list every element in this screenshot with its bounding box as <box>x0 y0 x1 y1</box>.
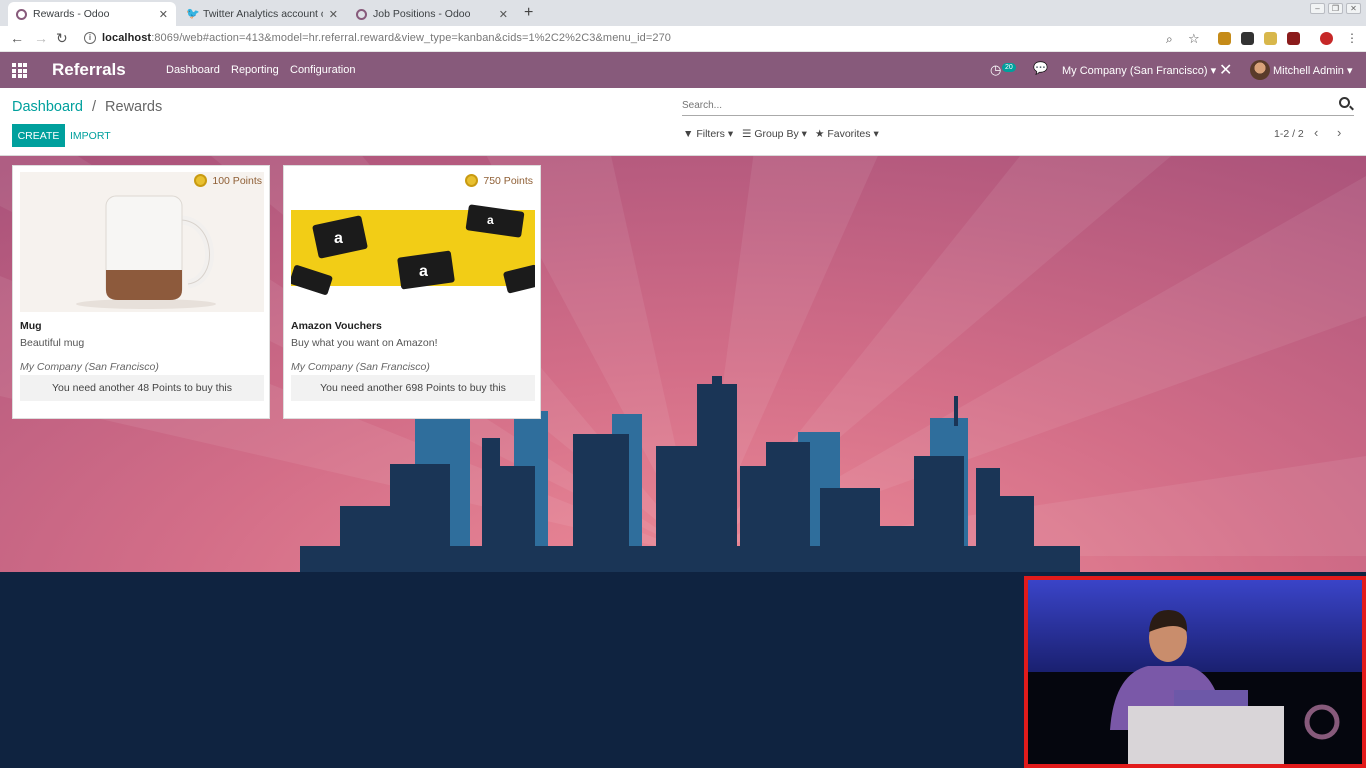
forward-arrow-icon[interactable]: → <box>34 30 48 46</box>
browser-tabstrip: Rewards - Odoo ✕ 🐦 Twitter Analytics acc… <box>0 0 1366 26</box>
filters-label: Filters <box>696 128 725 140</box>
svg-text:a: a <box>487 213 494 227</box>
control-panel: Dashboard / Rewards CREATE IMPORT ▼ Filt… <box>0 88 1366 156</box>
app-name: Referrals <box>52 60 126 79</box>
bookmark-star-icon[interactable]: ☆ <box>1188 31 1200 47</box>
user-name: Mitchell Admin <box>1273 65 1344 77</box>
reward-points: 750 Points <box>465 174 533 187</box>
browser-address-bar: ← → ↻ i localhost:8069/web#action=413&mo… <box>0 26 1366 52</box>
coin-icon <box>465 174 479 187</box>
url-host: localhost <box>102 32 152 44</box>
star-icon: ★ <box>815 128 825 140</box>
filters-dropdown[interactable]: ▼ Filters ▾ <box>683 128 733 140</box>
extension-icon[interactable] <box>1287 32 1300 45</box>
menu-configuration[interactable]: Configuration <box>290 64 355 76</box>
activity-count-badge: 20 <box>1002 63 1016 72</box>
company-name: My Company (San Francisco) <box>1062 65 1208 77</box>
avatar[interactable] <box>1250 60 1270 80</box>
menu-dashboard[interactable]: Dashboard <box>166 64 220 76</box>
list-icon: ☰ <box>742 128 752 140</box>
chat-icon[interactable]: 💬 <box>1033 61 1048 75</box>
browser-tab-twitter[interactable]: 🐦 Twitter Analytics account ov ✕ <box>178 2 346 26</box>
browser-tab-rewards[interactable]: Rewards - Odoo ✕ <box>8 2 176 26</box>
svg-text:a: a <box>419 263 428 280</box>
coin-icon <box>194 174 208 187</box>
filter-icon: ▼ <box>683 128 694 140</box>
reward-name: Amazon Vouchers <box>291 320 382 332</box>
favorites-dropdown[interactable]: ★ Favorites ▾ <box>815 128 879 140</box>
groupby-label: Group By <box>754 128 799 140</box>
reward-status: You need another 698 Points to buy this <box>291 375 535 401</box>
reward-card-mug[interactable]: 100 Points Mug Beautiful mug My Company … <box>12 165 270 419</box>
reward-name: Mug <box>20 320 42 332</box>
extension-icon[interactable] <box>1241 32 1254 45</box>
zoom-icon[interactable]: ⌕ <box>1166 32 1173 47</box>
breadcrumb: Dashboard / Rewards <box>12 99 162 115</box>
breadcrumb-current: Rewards <box>105 99 163 115</box>
company-switcher[interactable]: My Company (San Francisco) ▾ <box>1062 64 1216 77</box>
close-icon[interactable]: ✕ <box>159 8 168 21</box>
pager-next-icon[interactable]: › <box>1337 125 1341 140</box>
favorites-label: Favorites <box>827 128 871 140</box>
reward-company: My Company (San Francisco) <box>291 361 430 373</box>
reward-description: Buy what you want on Amazon! <box>291 337 438 349</box>
close-icon[interactable]: ✕ <box>499 8 508 21</box>
points-label: 100 Points <box>212 174 262 187</box>
caret-down-icon: ▾ <box>801 128 807 140</box>
main-navbar: Referrals Dashboard Reporting Configurat… <box>0 52 1366 88</box>
extension-icon[interactable] <box>1264 32 1277 45</box>
breadcrumb-dashboard[interactable]: Dashboard <box>12 99 83 115</box>
caret-down-icon: ▾ <box>1210 65 1217 77</box>
url-path: :8069/web#action=413&model=hr.referral.r… <box>151 32 672 44</box>
apps-menu-icon[interactable] <box>12 63 27 78</box>
reward-company: My Company (San Francisco) <box>20 361 159 373</box>
menu-reporting[interactable]: Reporting <box>231 64 279 76</box>
reward-description: Beautiful mug <box>20 337 85 349</box>
reload-icon[interactable]: ↻ <box>56 30 68 47</box>
caret-down-icon: ▾ <box>1346 65 1353 77</box>
restore-icon[interactable]: ❐ <box>1328 3 1343 14</box>
import-button[interactable]: IMPORT <box>70 124 111 147</box>
webcam-overlay <box>1024 576 1366 768</box>
url-field[interactable]: localhost:8069/web#action=413&model=hr.r… <box>102 32 671 44</box>
tab-title: Job Positions - Odoo <box>373 8 471 20</box>
breadcrumb-separator: / <box>91 99 96 115</box>
pager-value[interactable]: 1-2 / 2 <box>1274 128 1304 140</box>
browser-menu-icon[interactable]: ⋮ <box>1346 31 1358 45</box>
reward-card-amazon-vouchers[interactable]: a a a 750 Points Amazon Vouchers Buy wha… <box>283 165 541 419</box>
twitter-icon: 🐦 <box>186 7 200 20</box>
window-close-icon[interactable]: ✕ <box>1346 3 1361 14</box>
reward-points: 100 Points <box>194 174 262 187</box>
profile-icon[interactable] <box>1320 32 1333 45</box>
user-menu[interactable]: Mitchell Admin ▾ <box>1273 64 1353 77</box>
points-label: 750 Points <box>483 174 533 187</box>
site-info-icon[interactable]: i <box>84 32 96 44</box>
close-icon[interactable]: ✕ <box>329 8 338 21</box>
activity-clock-icon[interactable]: ◷ <box>990 62 1001 78</box>
create-button[interactable]: CREATE <box>12 124 65 147</box>
odoo-icon <box>356 8 367 20</box>
browser-tab-job-positions[interactable]: Job Positions - Odoo ✕ <box>348 2 516 26</box>
back-arrow-icon[interactable]: ← <box>10 30 24 46</box>
odoo-icon <box>16 8 27 20</box>
search-input[interactable] <box>682 96 1354 116</box>
tab-title: Rewards - Odoo <box>33 8 110 20</box>
caret-down-icon: ▾ <box>727 128 734 140</box>
mug-image <box>20 172 264 312</box>
groupby-dropdown[interactable]: ☰ Group By ▾ <box>742 128 807 140</box>
close-icon[interactable]: ✕ <box>1219 60 1232 80</box>
minimize-icon[interactable]: – <box>1310 3 1325 14</box>
amazon-voucher-image: a a a <box>291 172 535 312</box>
search-icon[interactable] <box>1339 97 1350 108</box>
presenter-video <box>1028 580 1362 764</box>
pager-previous-icon[interactable]: ‹ <box>1314 125 1318 140</box>
tab-title: Twitter Analytics account ov <box>203 8 323 20</box>
caret-down-icon: ▾ <box>873 128 879 140</box>
svg-text:a: a <box>334 230 343 247</box>
extension-icon[interactable] <box>1218 32 1231 45</box>
reward-status: You need another 48 Points to buy this <box>20 375 264 401</box>
new-tab-icon[interactable]: + <box>524 4 533 22</box>
